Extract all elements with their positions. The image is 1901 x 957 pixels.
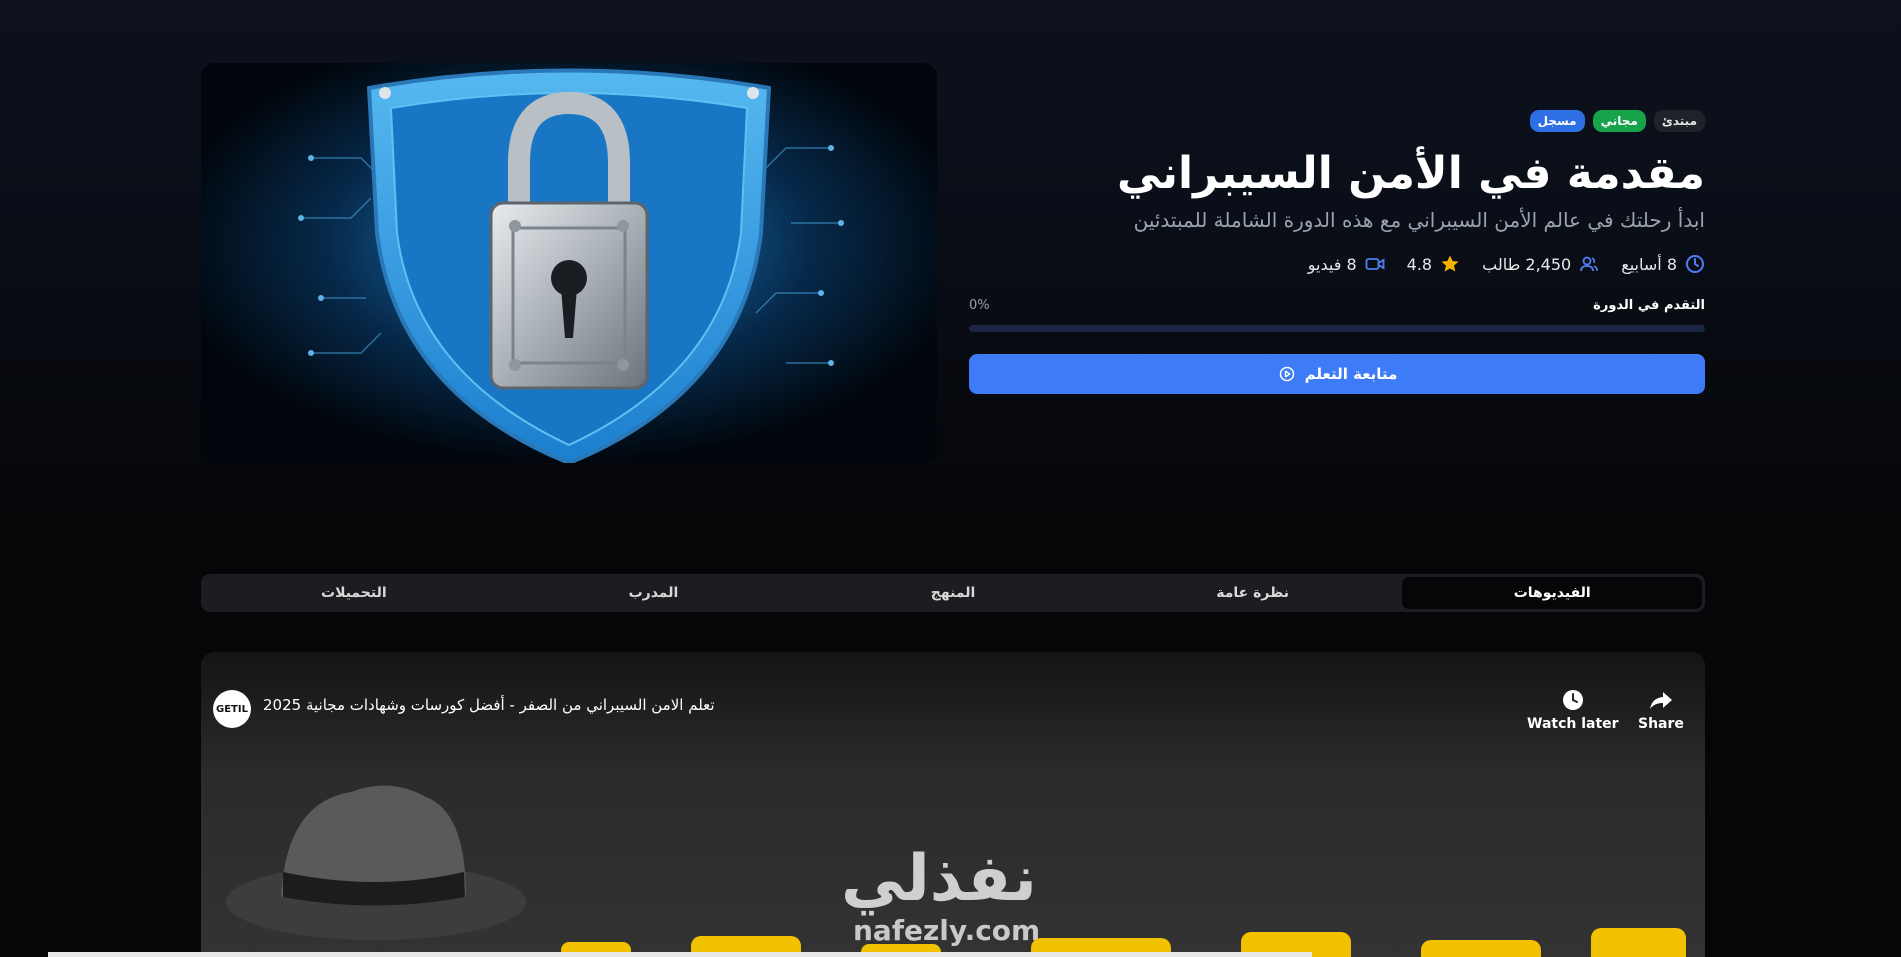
progress-header: التقدم في الدورة 0% [969,298,1705,313]
enrolled-badge: مسجل [1529,110,1585,132]
students-item: 2,450 طالب [1482,254,1599,274]
tab-downloads[interactable]: التحميلات [204,577,504,609]
tab-overview[interactable]: نظرة عامة [1103,577,1403,609]
duration-item: 8 أسابيع [1621,254,1705,274]
clock-icon [1685,254,1705,274]
video-player[interactable]: GETIL تعلم الامن السيبراني من الصفر - أف… [201,652,1705,957]
course-title: مقدمة في الأمن السيبراني [1116,148,1705,199]
share-button[interactable]: Share [1638,688,1684,732]
course-info: مبتدئ مجاني مسجل مقدمة في الأمن السيبران… [969,110,1705,394]
share-label: Share [1638,716,1684,732]
tab-curriculum[interactable]: المنهج [803,577,1103,609]
video-camera-icon [1365,254,1385,274]
channel-logo[interactable]: GETIL [213,690,251,728]
tab-instructor[interactable]: المدرب [504,577,804,609]
free-badge: مجاني [1592,110,1646,132]
progress-percent: 0% [969,298,990,313]
progress-bar [969,325,1705,332]
shield-lock-illustration [201,63,937,463]
watch-later-label: Watch later [1527,716,1619,732]
watch-later-button[interactable]: Watch later [1527,688,1619,732]
course-subtitle: ابدأ رحلتك في عالم الأمن السيبراني مع هذ… [1133,208,1705,232]
watermark-arabic: نفذلي [841,842,1037,916]
video-yellow-caption [561,928,1686,957]
share-icon [1649,688,1673,712]
play-circle-icon [1277,364,1297,384]
star-icon [1440,254,1460,274]
video-title[interactable]: تعلم الامن السيبراني من الصفر - أفضل كور… [263,696,715,714]
horizontal-scrollbar[interactable] [48,952,1312,957]
rating-item: 4.8 [1407,254,1460,274]
progress-label: التقدم في الدورة [1593,298,1705,313]
users-icon [1579,254,1599,274]
course-thumbnail [201,63,937,463]
rating-text: 4.8 [1406,254,1433,274]
videos-item: 8 فيديو [1308,254,1385,274]
level-badge: مبتدئ [1653,110,1705,132]
continue-label: متابعة التعلم [1304,365,1398,383]
course-meta: 8 أسابيع 2,450 طالب 4.8 8 فيديو [969,254,1705,274]
continue-learning-button[interactable]: متابعة التعلم [969,354,1705,394]
tab-videos[interactable]: الفيديوهات [1402,577,1702,609]
duration-text: 8 أسابيع [1621,254,1677,274]
students-text: 2,450 طالب [1482,254,1572,274]
course-tabs: الفيديوهات نظرة عامة المنهج المدرب التحم… [201,574,1705,612]
clock-icon [1561,688,1585,712]
videos-text: 8 فيديو [1307,254,1357,274]
badge-row: مبتدئ مجاني مسجل [969,110,1705,132]
